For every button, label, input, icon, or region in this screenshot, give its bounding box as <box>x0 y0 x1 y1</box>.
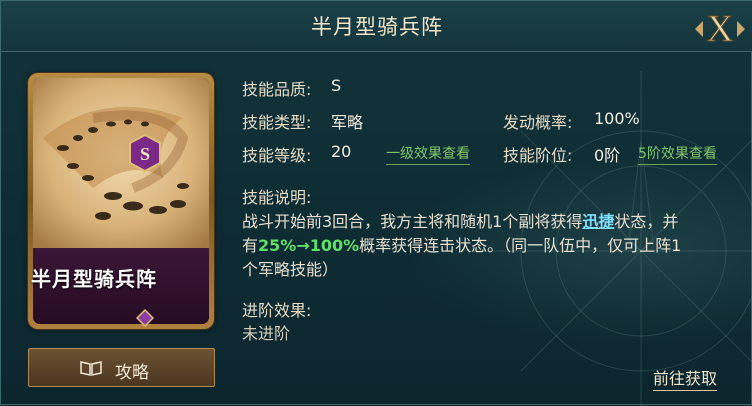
quality-label: 技能品质: <box>242 80 312 99</box>
quality-value: S <box>331 76 342 95</box>
title-bar: 半月型骑兵阵 <box>1 1 752 52</box>
type-value: 军略 <box>331 113 364 132</box>
trigger-rate-value: 100% <box>594 109 640 128</box>
close-icon: X <box>695 8 745 51</box>
level-label: 技能等级: <box>242 146 312 165</box>
level-one-effect-link[interactable]: 一级效果查看 <box>386 143 470 165</box>
guide-button[interactable]: 攻略 <box>28 348 215 387</box>
card-skill-name: 半月型骑兵阵 <box>31 267 157 291</box>
gem-icon <box>136 309 154 327</box>
description-text-1: 战斗开始前3回合，我方主将和随机1个副将获得 <box>242 212 583 231</box>
trigger-rate-label: 发动概率: <box>503 113 573 132</box>
book-icon <box>80 361 102 376</box>
svg-text:X: X <box>706 8 733 50</box>
type-label: 技能类型: <box>242 113 312 132</box>
skill-description: 战斗开始前3回合，我方主将和随机1个副将获得迅捷状态，并有25%→100%概率获… <box>242 210 682 282</box>
stage-label: 技能阶位: <box>503 146 573 165</box>
go-acquire-link[interactable]: 前往获取 <box>653 365 718 391</box>
description-label: 技能说明: <box>242 188 312 207</box>
chance-range: 25%→100% <box>258 236 360 255</box>
svg-text:S: S <box>140 144 150 164</box>
guide-button-label: 攻略 <box>115 363 149 383</box>
close-button[interactable]: X <box>693 3 747 53</box>
level-value: 20 <box>331 142 352 161</box>
advance-effect-value: 未进阶 <box>242 324 291 343</box>
advance-effect-label: 进阶效果: <box>242 301 312 320</box>
skill-detail-dialog: 半月型骑兵阵 X S 半月型骑兵阵 攻略 技能品质: S 技能类型: 军略 发动… <box>0 0 752 406</box>
grade-badge: S <box>128 133 162 173</box>
dialog-title: 半月型骑兵阵 <box>311 15 443 39</box>
stage-value: 0阶 <box>594 146 621 165</box>
stage-five-effect-link[interactable]: 5阶效果查看 <box>638 143 717 165</box>
cavalry-artwork <box>33 78 209 248</box>
swift-status-keyword[interactable]: 迅捷 <box>582 212 614 231</box>
